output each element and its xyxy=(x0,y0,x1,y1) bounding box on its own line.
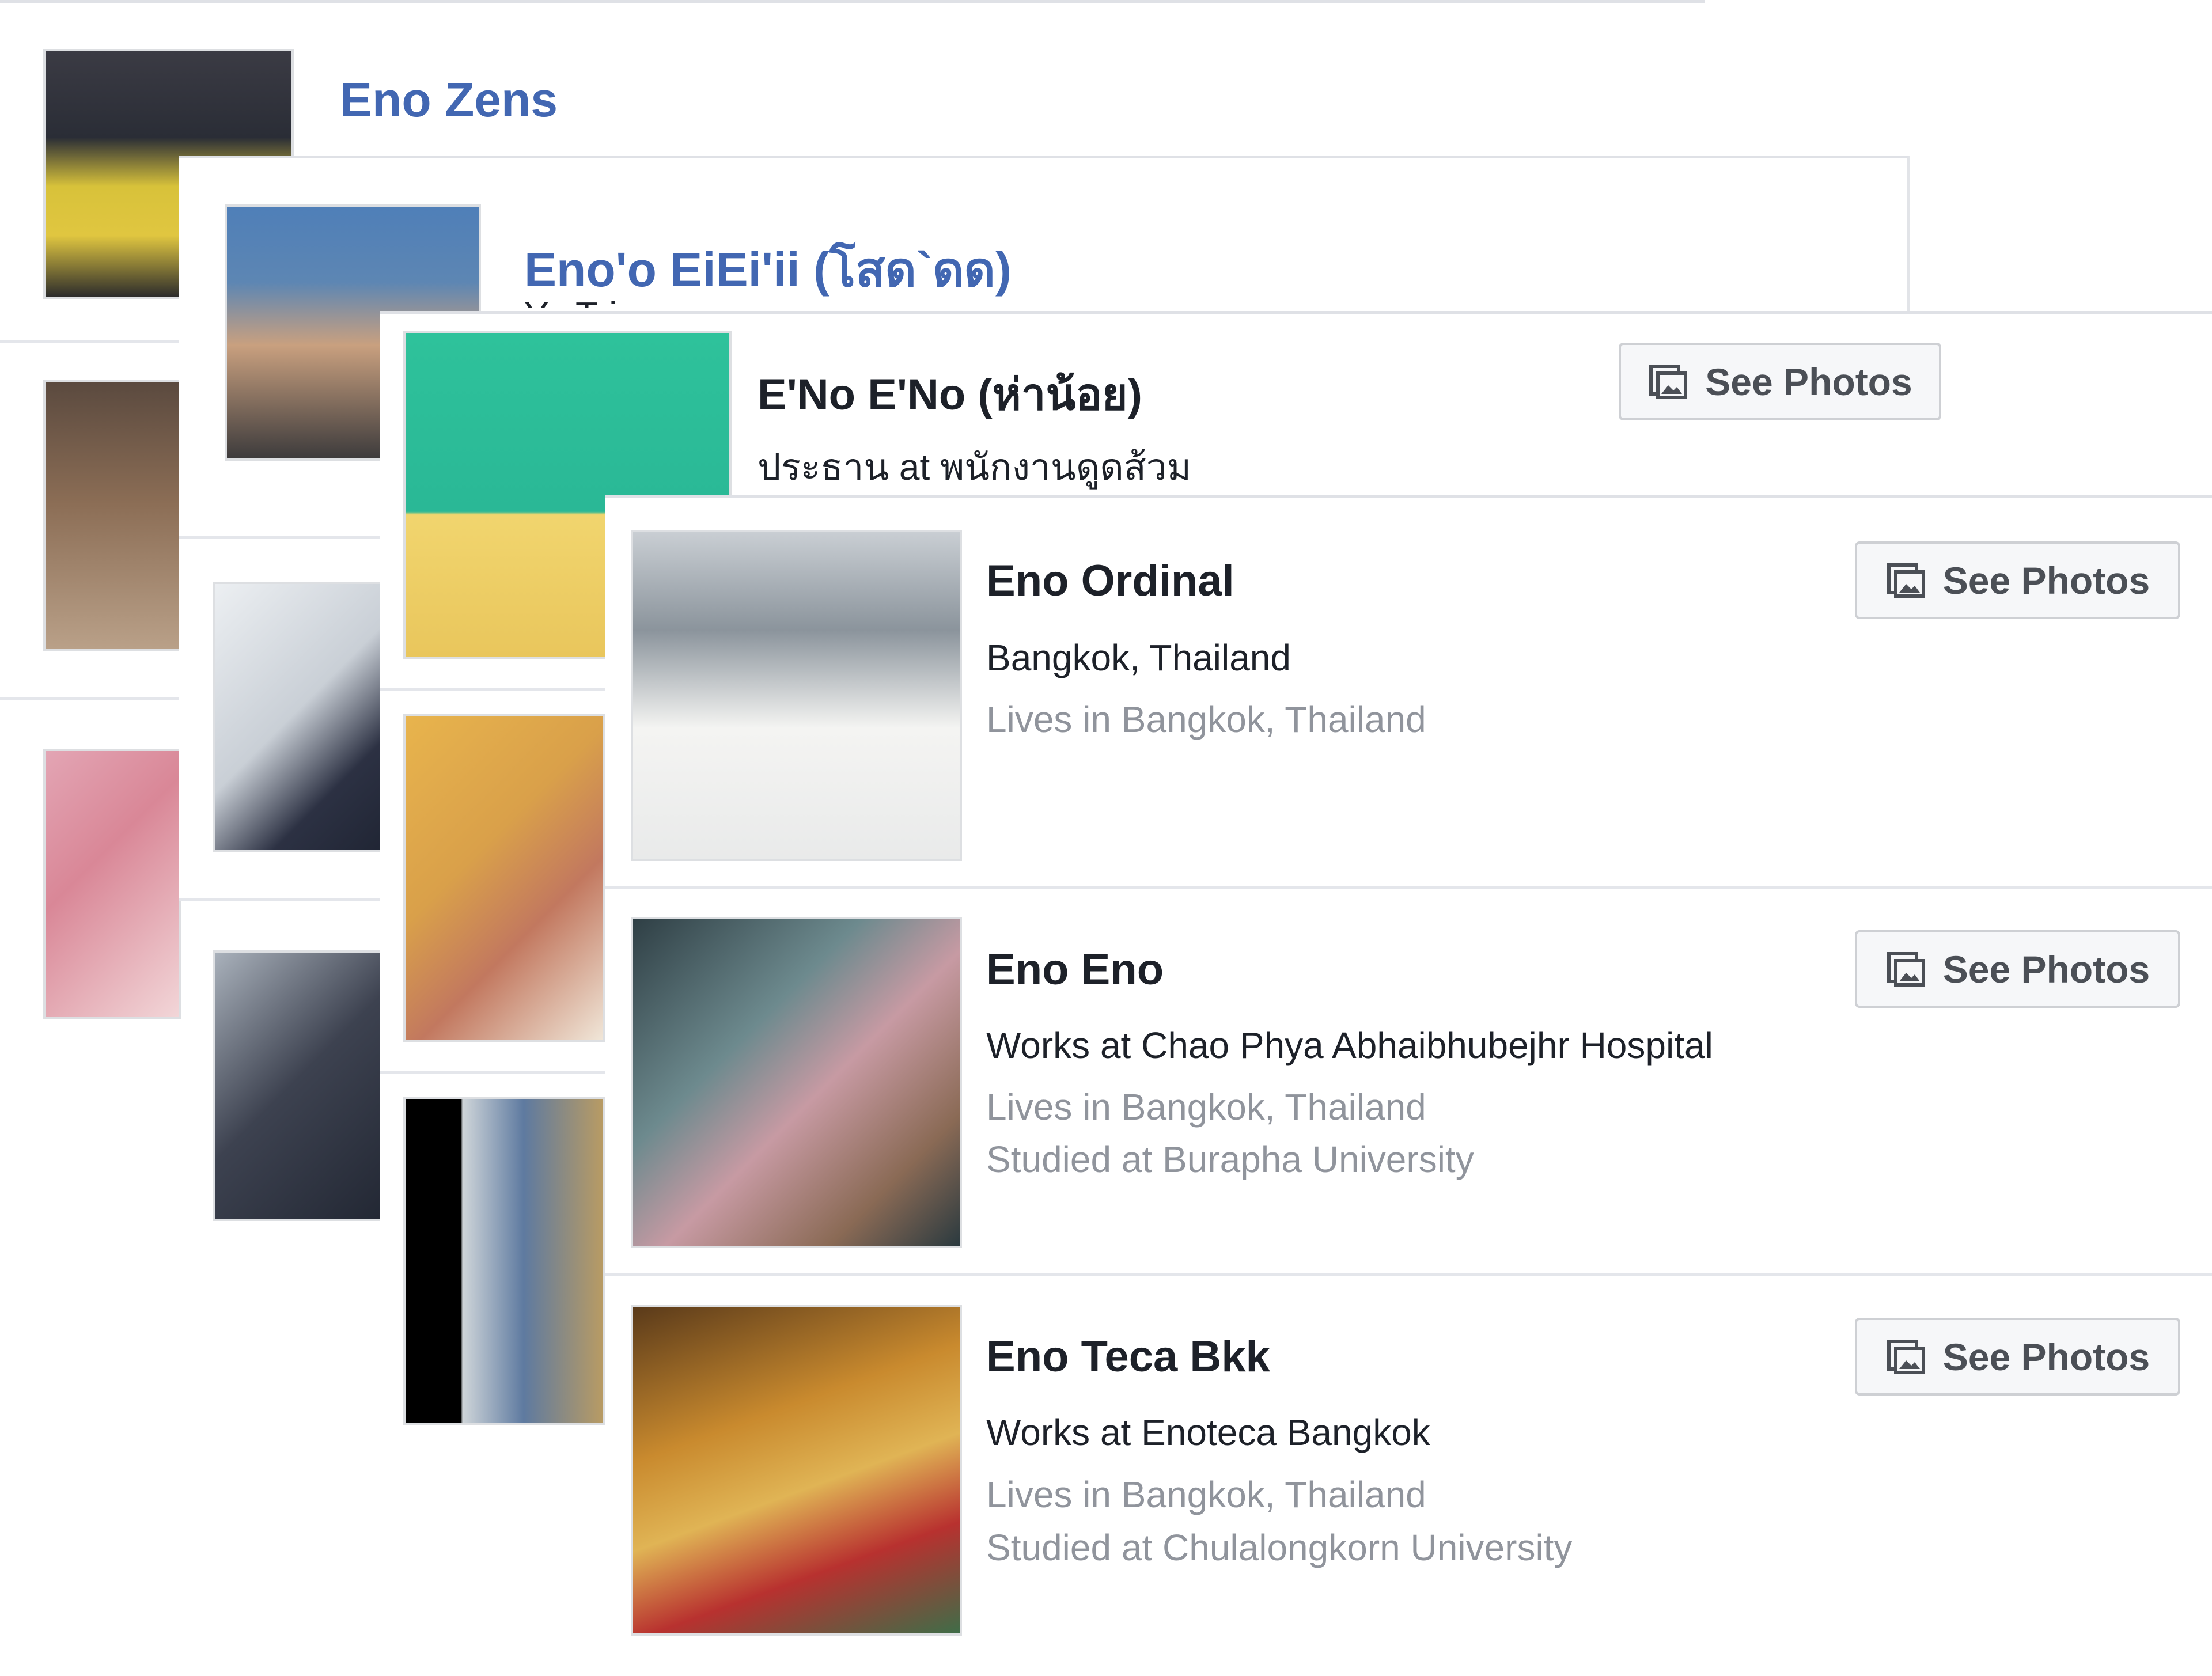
result-name[interactable]: Eno Eno xyxy=(986,945,1164,995)
photo-album-icon xyxy=(1649,364,1688,399)
profile-photo[interactable] xyxy=(631,917,962,1248)
result-detail: Works at Chao Phya Abhaibhubejhr Hospita… xyxy=(986,1025,1713,1066)
result-divider xyxy=(605,886,2212,889)
result-divider xyxy=(179,898,415,901)
result-lives: Lives in Bangkok, Thailand xyxy=(986,699,1426,740)
result-name[interactable]: Eno Teca Bkk xyxy=(986,1332,1270,1382)
result-divider xyxy=(380,688,611,691)
profile-photo[interactable] xyxy=(43,749,181,1019)
see-photos-button[interactable]: See Photos xyxy=(1855,1318,2180,1396)
see-photos-button[interactable]: See Photos xyxy=(1855,541,2180,619)
result-divider xyxy=(605,1273,2212,1276)
result-detail: ประธาน at พนักงานดูดส้วม xyxy=(757,446,1191,488)
profile-photo[interactable] xyxy=(403,1097,605,1425)
result-name[interactable]: E'No E'No (ห่าน้อย) xyxy=(757,360,1142,429)
photo-album-icon xyxy=(1887,1339,1925,1374)
profile-photo[interactable] xyxy=(631,1305,962,1636)
photo-album-icon xyxy=(1887,563,1925,598)
profile-photo[interactable] xyxy=(403,714,605,1042)
see-photos-label: See Photos xyxy=(1705,360,1912,403)
result-detail: Yo Tri xyxy=(524,294,617,308)
see-photos-label: See Photos xyxy=(1942,1335,2150,1378)
result-name-link[interactable]: Eno Zens xyxy=(340,72,558,128)
result-studied: Studied at Burapha University xyxy=(986,1139,1474,1180)
result-lives: Lives in Bangkok, Thailand xyxy=(986,1086,1426,1128)
result-divider xyxy=(0,697,184,700)
result-divider xyxy=(179,536,415,539)
result-lives: Lives in Bangkok, Thailand xyxy=(986,1474,1426,1515)
see-photos-label: See Photos xyxy=(1942,947,2150,991)
see-photos-button[interactable]: See Photos xyxy=(1855,930,2180,1008)
result-divider xyxy=(0,340,184,343)
photo-album-icon xyxy=(1887,951,1925,987)
result-detail: Bangkok, Thailand xyxy=(986,637,1291,678)
see-photos-button[interactable]: See Photos xyxy=(1619,343,1941,420)
result-divider xyxy=(380,1071,611,1074)
result-detail: Works at Enoteca Bangkok xyxy=(986,1412,1430,1453)
result-studied: Studied at Chulalongkorn University xyxy=(986,1527,1573,1568)
profile-photo[interactable] xyxy=(631,530,962,861)
see-photos-label: See Photos xyxy=(1942,559,2150,602)
profile-photo[interactable] xyxy=(43,380,181,651)
result-name[interactable]: Eno Ordinal xyxy=(986,556,1234,606)
